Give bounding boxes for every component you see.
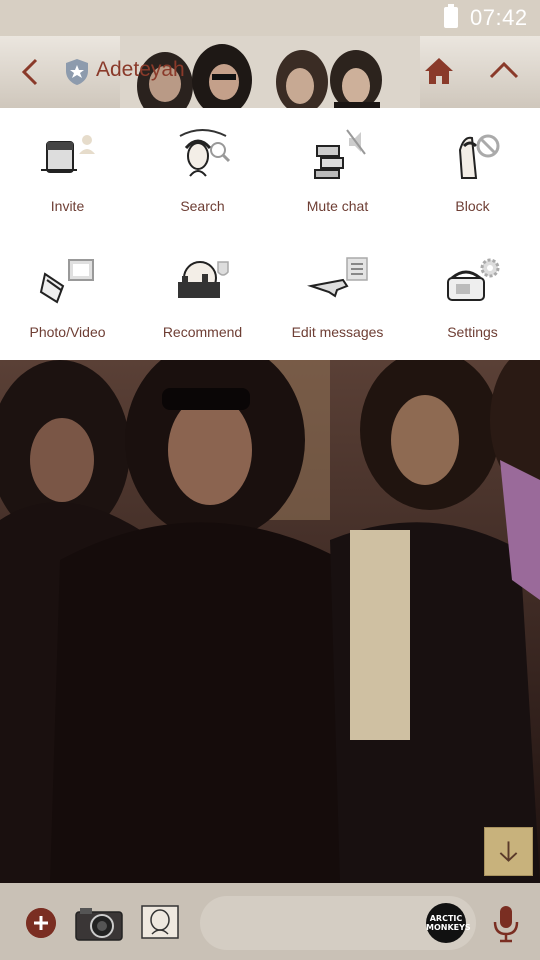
- menu-label: Photo/Video: [29, 324, 106, 340]
- scroll-down-button[interactable]: [484, 827, 533, 876]
- chevron-up-icon[interactable]: [488, 58, 520, 82]
- menu-item-mute-chat[interactable]: Mute chat: [270, 108, 405, 234]
- sticker-icon[interactable]: [140, 904, 180, 940]
- emoji-badge-line2: MONKEYS: [426, 923, 471, 932]
- edit-messages-icon: [307, 257, 368, 298]
- back-icon[interactable]: [16, 56, 44, 88]
- menu-label: Settings: [447, 324, 498, 340]
- mute-icon: [314, 129, 366, 179]
- battery-icon: [444, 4, 458, 28]
- recommend-icon: [178, 261, 229, 298]
- menu-label: Block: [455, 198, 490, 214]
- chat-message-area[interactable]: [0, 360, 540, 883]
- block-icon: [458, 134, 500, 179]
- shield-icon: [66, 59, 88, 85]
- menu-item-recommend[interactable]: Recommend: [135, 234, 270, 360]
- status-time: 07:42: [470, 5, 528, 30]
- chat-menu-panel: Invite Search Mute chat Block Photo/Vide…: [0, 108, 540, 360]
- menu-label: Invite: [50, 198, 85, 214]
- camera-icon[interactable]: [74, 904, 124, 942]
- emoji-badge-line1: ARCTIC: [429, 914, 463, 923]
- photo-video-icon: [39, 259, 94, 304]
- menu-label: Search: [180, 198, 225, 214]
- search-icon: [179, 129, 231, 177]
- menu-item-block[interactable]: Block: [405, 108, 540, 234]
- microphone-icon[interactable]: [492, 904, 520, 944]
- menu-label: Recommend: [162, 324, 243, 340]
- home-icon[interactable]: [424, 56, 454, 86]
- status-bar: 07:42: [0, 0, 540, 36]
- emoji-button[interactable]: ARCTIC MONKEYS: [426, 903, 471, 943]
- menu-label: Mute chat: [306, 198, 369, 214]
- menu-item-photo-video[interactable]: Photo/Video: [0, 234, 135, 360]
- chat-header: Adeteyah: [0, 36, 540, 108]
- chat-title: Adeteyah: [96, 58, 185, 81]
- menu-item-invite[interactable]: Invite: [0, 108, 135, 234]
- menu-label: Edit messages: [291, 324, 384, 340]
- add-icon[interactable]: [26, 908, 56, 938]
- settings-icon: [447, 258, 500, 301]
- menu-item-settings[interactable]: Settings: [405, 234, 540, 360]
- menu-item-search[interactable]: Search: [135, 108, 270, 234]
- chat-background-photo: [0, 360, 540, 883]
- invite-icon: [41, 135, 95, 173]
- menu-item-edit-messages[interactable]: Edit messages: [270, 234, 405, 360]
